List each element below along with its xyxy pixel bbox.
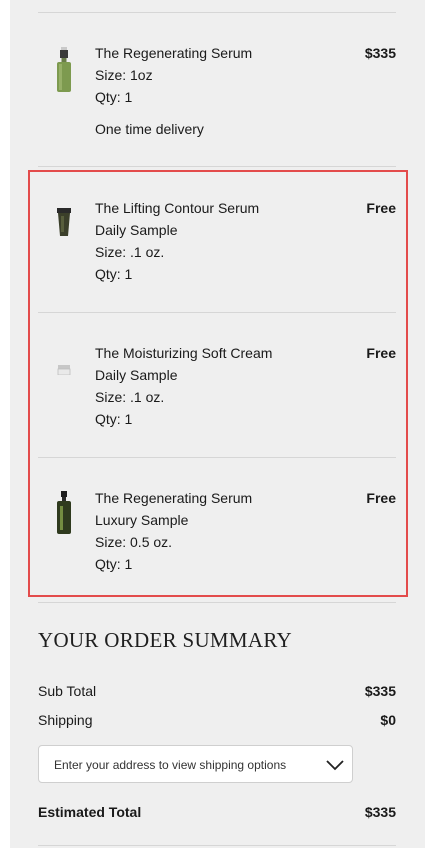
item-size: Size: 1oz <box>95 67 153 83</box>
cart-item: The Moisturizing Soft Cream Daily Sample… <box>38 342 396 432</box>
serum-bottle-icon <box>50 489 78 537</box>
shipping-options-select[interactable]: Enter your address to view shipping opti… <box>38 745 353 783</box>
item-price: Free <box>366 490 396 506</box>
item-qty: Qty: 1 <box>95 411 133 427</box>
item-name[interactable]: The Regenerating Serum <box>95 42 335 64</box>
cart-item: The Lifting Contour Serum Daily Sample S… <box>38 197 396 287</box>
shipping-value: $0 <box>380 712 396 728</box>
item-type: Daily Sample <box>95 222 178 238</box>
subtotal-label: Sub Total <box>38 683 97 699</box>
estimated-total-row: Estimated Total $335 <box>38 801 396 823</box>
cream-jar-icon <box>50 346 78 394</box>
item-size: Size: .1 oz. <box>95 244 165 260</box>
item-price: $335 <box>364 45 396 61</box>
subtotal-row: Sub Total $335 <box>38 680 396 702</box>
item-size: Size: 0.5 oz. <box>95 534 173 550</box>
item-price: Free <box>366 200 396 216</box>
divider <box>38 12 396 13</box>
serum-bottle-icon <box>50 46 78 94</box>
divider <box>38 845 396 846</box>
shipping-select-placeholder: Enter your address to view shipping opti… <box>54 758 287 772</box>
item-name[interactable]: The Regenerating Serum <box>95 487 335 509</box>
shipping-row: Shipping $0 <box>38 709 396 731</box>
estimated-total-value: $335 <box>364 804 396 820</box>
order-summary-title: YOUR ORDER SUMMARY <box>38 628 292 652</box>
item-type: Daily Sample <box>95 367 178 383</box>
item-qty: Qty: 1 <box>95 89 133 105</box>
delivery-option: One time delivery <box>95 121 204 137</box>
divider <box>38 312 396 313</box>
estimated-total-label: Estimated Total <box>38 804 142 820</box>
item-size: Size: .1 oz. <box>95 389 165 405</box>
subtotal-value: $335 <box>364 683 396 699</box>
chevron-down-icon <box>326 757 344 773</box>
item-name[interactable]: The Moisturizing Soft Cream <box>95 342 335 364</box>
divider <box>38 457 396 458</box>
divider <box>38 602 396 603</box>
item-type: Luxury Sample <box>95 512 189 528</box>
item-name[interactable]: The Lifting Contour Serum <box>95 197 335 219</box>
serum-sachet-icon <box>50 199 78 247</box>
cart-item: The Regenerating Serum Luxury Sample Siz… <box>38 487 396 577</box>
shipping-label: Shipping <box>38 712 93 728</box>
item-qty: Qty: 1 <box>95 266 133 282</box>
item-price: Free <box>366 345 396 361</box>
item-qty: Qty: 1 <box>95 556 133 572</box>
divider <box>38 166 396 167</box>
cart-item: The Regenerating Serum Size: 1oz Qty: 1 … <box>38 42 396 142</box>
